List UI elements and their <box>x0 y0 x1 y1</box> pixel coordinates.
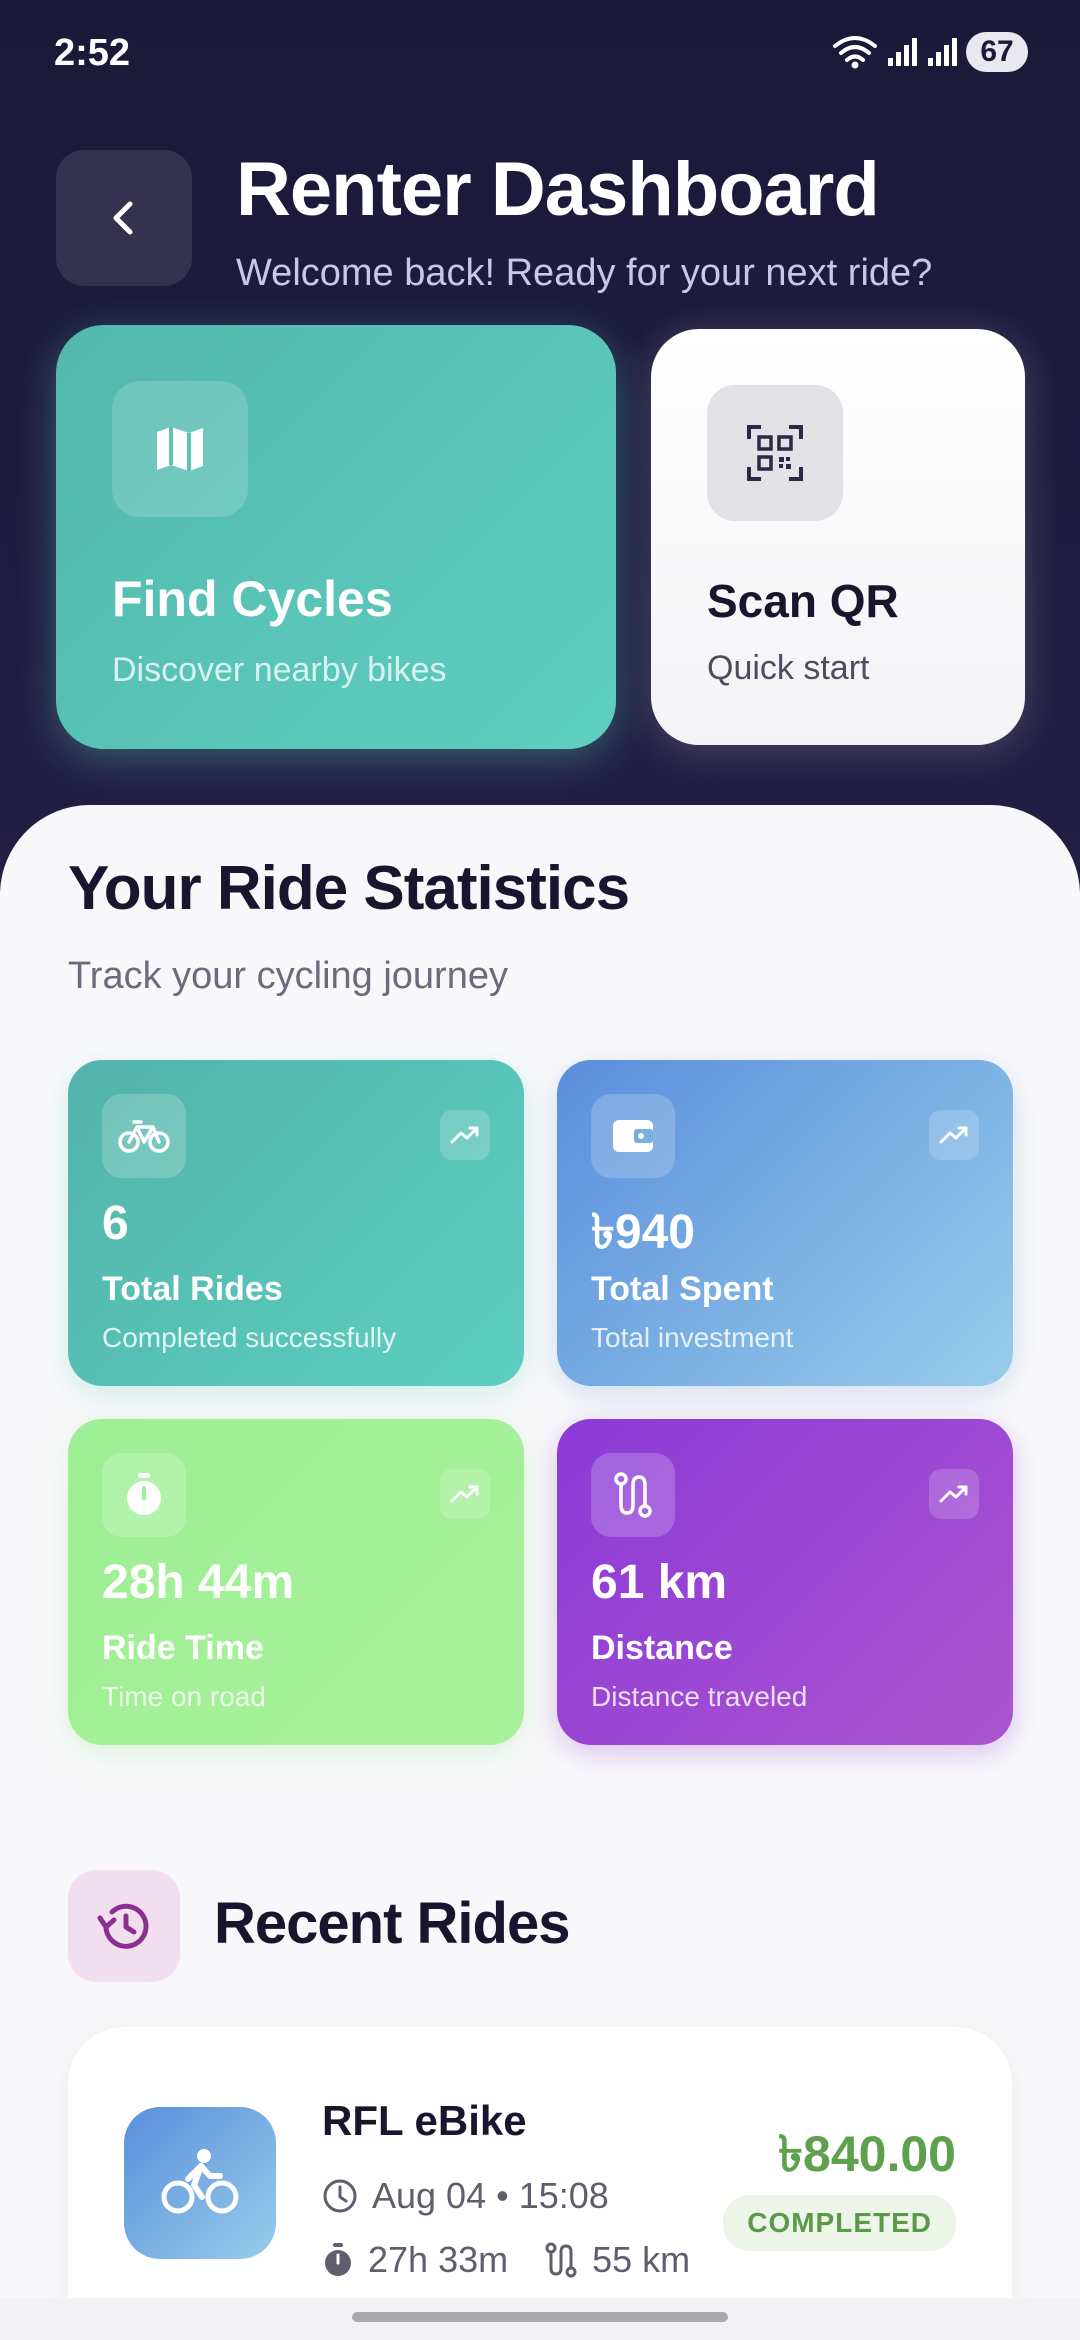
stat-label: Total Rides <box>102 1270 283 1308</box>
ride-date: Aug 04 • 15:08 <box>372 2175 609 2216</box>
ride-date-row: Aug 04 • 15:08 <box>322 2175 609 2217</box>
stats-section-title: Your Ride Statistics <box>68 854 630 923</box>
stat-value: 61 km <box>591 1556 728 1609</box>
find-cycles-subtitle: Discover nearby bikes <box>112 651 447 689</box>
stat-label: Ride Time <box>102 1629 264 1667</box>
page-title: Renter Dashboard <box>236 147 880 232</box>
status-badge: COMPLETED <box>723 2195 956 2251</box>
qr-icon-tile <box>707 385 843 521</box>
ride-stats-row: 27h 33m 55 km <box>322 2239 690 2281</box>
ride-duration: 27h 33m <box>368 2239 509 2280</box>
route-icon <box>545 2242 577 2278</box>
home-gesture-handle[interactable] <box>352 2312 728 2322</box>
stat-card-total-spent[interactable]: ৳940 Total Spent Total investment <box>557 1060 1013 1386</box>
stat-description: Total investment <box>591 1322 794 1353</box>
status-icons: 67 <box>832 32 1028 72</box>
trending-up-icon <box>440 1469 490 1519</box>
stat-description: Distance traveled <box>591 1681 808 1712</box>
trending-up-icon <box>440 1110 490 1160</box>
bicycle-icon <box>118 1120 170 1153</box>
scan-qr-card[interactable]: Scan QR Quick start <box>651 329 1025 745</box>
page-subtitle: Welcome back! Ready for your next ride? <box>236 252 933 294</box>
ride-price: ৳840.00 <box>778 2126 956 2182</box>
cyclist-icon <box>161 2149 239 2214</box>
stat-value: 28h 44m <box>102 1556 295 1609</box>
trending-up-icon <box>929 1469 979 1519</box>
wallet-icon <box>613 1120 653 1152</box>
wifi-icon <box>833 36 877 69</box>
wallet-icon-tile <box>591 1094 675 1178</box>
route-icon-tile <box>591 1453 675 1537</box>
status-time: 2:52 <box>54 32 131 74</box>
signal-icon <box>888 38 917 66</box>
history-icon-tile <box>68 1870 180 1982</box>
chevron-left-icon <box>113 201 133 235</box>
stopwatch-icon <box>127 1473 161 1515</box>
ride-name: RFL eBike <box>322 2097 527 2144</box>
stopwatch-icon <box>325 2243 351 2276</box>
trending-up-icon <box>929 1110 979 1160</box>
ride-thumbnail <box>124 2107 276 2259</box>
stat-value: ৳940 <box>591 1206 695 1259</box>
clock-icon <box>323 2179 357 2213</box>
history-icon <box>97 1903 149 1949</box>
stat-description: Time on road <box>102 1681 266 1712</box>
stat-label: Distance <box>591 1629 733 1667</box>
stat-label: Total Spent <box>591 1270 774 1308</box>
status-bar: 2:52 67 <box>0 0 1080 110</box>
stat-card-distance[interactable]: 61 km Distance Distance traveled <box>557 1419 1013 1745</box>
ride-distance: 55 km <box>592 2239 691 2280</box>
find-cycles-card[interactable]: Find Cycles Discover nearby bikes <box>56 325 616 749</box>
stat-card-ride-time[interactable]: 28h 44m Ride Time Time on road <box>68 1419 524 1745</box>
route-icon <box>614 1472 652 1518</box>
system-nav-bar <box>0 2298 1080 2340</box>
recent-rides-title: Recent Rides <box>214 1891 570 1956</box>
stat-card-total-rides[interactable]: 6 Total Rides Completed successfully <box>68 1060 524 1386</box>
map-icon-tile <box>112 381 248 517</box>
back-button[interactable] <box>56 150 192 286</box>
bicycle-icon-tile <box>102 1094 186 1178</box>
find-cycles-title: Find Cycles <box>112 571 393 627</box>
stat-description: Completed successfully <box>102 1322 397 1353</box>
stats-section-subtitle: Track your cycling journey <box>68 955 508 997</box>
ride-card[interactable]: RFL eBike Aug 04 • 15:08 27h 33m 55 km ৳… <box>68 2027 1012 2340</box>
stat-value: 6 <box>102 1197 129 1250</box>
signal-icon-2 <box>928 38 957 66</box>
content-sheet[interactable]: Your Ride Statistics Track your cycling … <box>0 805 1080 2340</box>
scan-qr-subtitle: Quick start <box>707 649 870 687</box>
qr-code-icon <box>747 425 803 481</box>
scan-qr-title: Scan QR <box>707 575 899 627</box>
map-icon <box>157 427 203 471</box>
battery-indicator: 67 <box>966 32 1028 72</box>
stopwatch-icon-tile <box>102 1453 186 1537</box>
